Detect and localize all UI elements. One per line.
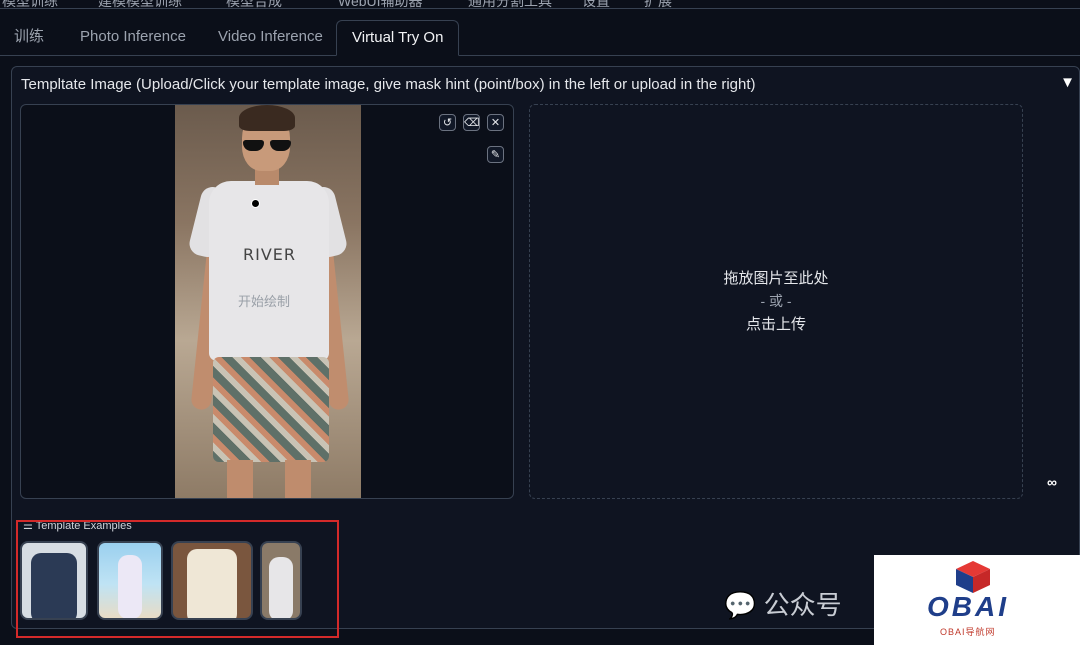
close-icon[interactable]: ✕ bbox=[487, 114, 504, 131]
nav-item[interactable]: 设置 bbox=[582, 0, 610, 8]
brush-icon[interactable]: ✎ bbox=[487, 146, 504, 163]
watermark: 💬 公众号 bbox=[724, 590, 842, 620]
upload-dropzone[interactable]: 拖放图片至此处 - 或 - 点击上传 bbox=[529, 104, 1023, 499]
erase-icon[interactable]: ⌫ bbox=[463, 114, 480, 131]
highlight-box bbox=[16, 520, 339, 638]
nav-item[interactable]: WebUI辅助器 bbox=[338, 0, 423, 8]
logo-text: OBAI bbox=[927, 591, 1009, 622]
tab-bar: 训练 Photo Inference Video Inference Virtu… bbox=[0, 20, 1080, 56]
panel-title: Templtate Image (Upload/Click your templ… bbox=[21, 76, 756, 93]
collapse-icon[interactable]: ▼ bbox=[1060, 74, 1075, 91]
tab-photo-inference[interactable]: Photo Inference bbox=[80, 20, 186, 54]
shirt-print: RIVER bbox=[243, 245, 297, 264]
loop-icon[interactable]: ∞ bbox=[1047, 474, 1057, 490]
nav-item[interactable]: 模型训练 bbox=[2, 0, 58, 8]
undo-icon[interactable]: ↺ bbox=[439, 114, 456, 131]
wechat-icon: 💬 bbox=[724, 590, 757, 620]
draw-hint: 开始绘制 bbox=[238, 294, 291, 309]
top-nav: 模型训练 建模模型训练 模型合成 WebUI辅助器 通用分割工具 设置 扩展 bbox=[0, 0, 1080, 9]
nav-item[interactable]: 扩展 bbox=[644, 0, 672, 8]
dropzone-drag-text: 拖放图片至此处 bbox=[723, 270, 829, 287]
mask-point-marker[interactable] bbox=[251, 199, 260, 208]
dropzone-or-text: - 或 - bbox=[760, 293, 792, 309]
tab-video-inference[interactable]: Video Inference bbox=[218, 20, 323, 54]
logo: OBAI OBAI导航网 bbox=[874, 555, 1080, 645]
tab-train[interactable]: 训练 bbox=[14, 20, 44, 54]
nav-item[interactable]: 建模模型训练 bbox=[98, 0, 182, 8]
tab-virtual-try-on[interactable]: Virtual Try On bbox=[336, 20, 460, 56]
logo-subtitle: OBAI导航网 bbox=[940, 627, 996, 637]
dropzone-click-text: 点击上传 bbox=[745, 316, 806, 333]
template-photo[interactable]: RIVER 开始绘制 bbox=[175, 105, 361, 498]
image-editor[interactable]: RIVER 开始绘制 ↺ ⌫ ✕ ✎ bbox=[20, 104, 514, 499]
nav-item[interactable]: 模型合成 bbox=[226, 0, 282, 8]
nav-item[interactable]: 通用分割工具 bbox=[468, 0, 552, 8]
cube-icon bbox=[956, 561, 990, 593]
sunglasses-icon bbox=[243, 140, 291, 151]
